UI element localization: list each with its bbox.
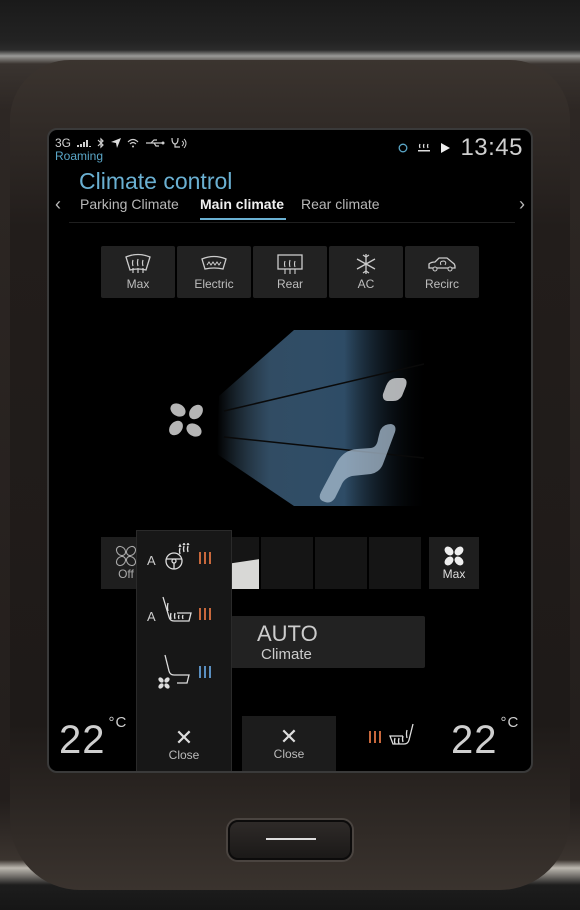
touch-screen: 3G Roaming 13:45 Climate control ‹ Parki… xyxy=(47,128,533,773)
temperature-value: 22 xyxy=(59,718,106,762)
level-bar xyxy=(379,731,381,743)
roaming-label: Roaming xyxy=(55,149,104,163)
heated-steering-wheel-button[interactable]: A xyxy=(137,535,231,579)
auto-mode-label: A xyxy=(147,609,156,624)
button-label: AC xyxy=(357,277,375,291)
level-bar xyxy=(204,608,206,620)
page-title: Climate control xyxy=(79,168,233,194)
level-bar xyxy=(369,731,371,743)
fan-max-button[interactable]: Max xyxy=(429,537,479,589)
electric-windshield-icon xyxy=(201,255,227,270)
temperature-unit: °C xyxy=(108,714,128,731)
status-bar-left: 3G xyxy=(55,136,189,150)
rear-defrost-icon xyxy=(277,254,303,274)
auto-climate-button[interactable]: AUTO Climate xyxy=(231,616,425,668)
close-label: Close xyxy=(168,748,200,762)
recirc-button[interactable]: Recirc xyxy=(405,246,479,298)
heated-seat-icon xyxy=(162,596,192,622)
heat-level-indicator xyxy=(199,552,211,564)
ac-button[interactable]: AC xyxy=(329,246,403,298)
close-icon: ✕ xyxy=(174,725,194,750)
location-icon xyxy=(111,138,122,148)
auto-label: AUTO xyxy=(257,621,318,646)
fan-max-icon xyxy=(444,546,464,566)
cool-level-indicator xyxy=(199,666,211,678)
driver-temperature[interactable]: 22 °C xyxy=(59,714,127,763)
clock: 13:45 xyxy=(460,134,523,161)
level-bar xyxy=(204,552,206,564)
heated-seat-button[interactable]: A xyxy=(137,591,231,635)
climate-label: Climate xyxy=(261,646,312,663)
status-bar-right: 13:45 xyxy=(398,134,523,162)
temperature-unit: °C xyxy=(500,714,520,731)
network-type: 3G xyxy=(55,136,72,150)
temperature-value: 22 xyxy=(451,718,498,762)
heat-icon xyxy=(418,143,431,152)
chevron-right-icon[interactable]: › xyxy=(519,194,525,215)
wifi-icon xyxy=(127,138,139,148)
fan-icon xyxy=(169,403,203,437)
level-bar xyxy=(209,666,211,678)
fan-off-label: Off xyxy=(118,567,134,581)
max-defrost-button[interactable]: Max xyxy=(101,246,175,298)
stethoscope-icon xyxy=(171,137,187,149)
tab-parking-climate[interactable]: Parking Climate xyxy=(80,196,179,212)
auto-mode-label: A xyxy=(147,553,156,568)
ventilated-seat-icon xyxy=(158,654,190,689)
fan-max-label: Max xyxy=(442,567,466,581)
climate-button-row: Max Electric Rear AC Recirc xyxy=(101,246,479,298)
level-bar xyxy=(209,608,211,620)
seat-comfort-popup: A A ✕ Close xyxy=(136,530,232,771)
divider xyxy=(69,222,515,223)
tab-rear-climate[interactable]: Rear climate xyxy=(301,196,380,212)
ac-snowflake-icon xyxy=(356,254,376,274)
level-bar xyxy=(199,608,201,620)
heat-level-indicator xyxy=(369,731,381,743)
button-label: Recirc xyxy=(424,277,459,291)
close-button[interactable]: ✕ Close xyxy=(242,716,336,771)
passenger-temperature[interactable]: 22 °C xyxy=(451,714,519,763)
ventilated-seat-button[interactable] xyxy=(137,649,231,693)
home-button[interactable] xyxy=(228,820,352,860)
passenger-seat-heat-button[interactable] xyxy=(369,722,417,752)
play-icon xyxy=(441,143,451,153)
home-indicator-line xyxy=(266,838,316,840)
button-label: Max xyxy=(126,277,150,291)
level-bar xyxy=(374,731,376,743)
level-bar xyxy=(199,552,201,564)
max-defrost-icon xyxy=(125,253,151,273)
recirc-icon xyxy=(428,257,456,272)
tab-bar: ‹ Parking Climate Main climate Rear clim… xyxy=(49,194,531,220)
tab-main-climate[interactable]: Main climate xyxy=(200,196,284,212)
close-label: Close xyxy=(273,747,305,761)
active-tab-indicator xyxy=(200,218,286,220)
popup-close-button[interactable]: ✕ Close xyxy=(137,717,231,771)
signal-icon xyxy=(77,140,92,147)
close-icon: ✕ xyxy=(279,724,299,749)
usb-icon xyxy=(146,139,165,147)
level-bar xyxy=(204,666,206,678)
heat-level-indicator xyxy=(199,608,211,620)
rear-defrost-button[interactable]: Rear xyxy=(253,246,327,298)
airflow-beam xyxy=(217,330,429,506)
button-label: Rear xyxy=(276,277,303,291)
airflow-distribution-graphic[interactable] xyxy=(149,326,429,526)
heated-seat-icon xyxy=(389,723,414,745)
electric-defrost-button[interactable]: Electric xyxy=(177,246,251,298)
sync-icon xyxy=(398,143,408,153)
level-bar xyxy=(199,666,201,678)
button-label: Electric xyxy=(194,277,234,291)
chevron-left-icon[interactable]: ‹ xyxy=(55,194,61,215)
bluetooth-icon xyxy=(97,137,104,149)
fan-off-icon xyxy=(115,545,137,567)
level-bar xyxy=(209,552,211,564)
heated-steering-wheel-icon xyxy=(165,543,190,570)
